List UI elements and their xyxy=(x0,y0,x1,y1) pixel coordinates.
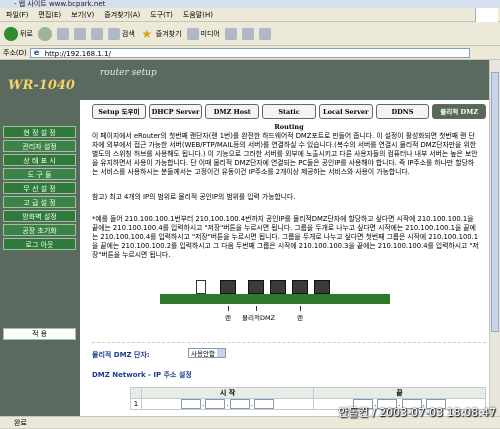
star-icon: ★ xyxy=(141,26,153,41)
stop-icon[interactable] xyxy=(56,27,69,40)
tab-local-server[interactable]: Local Server xyxy=(318,104,373,119)
row-index: 1 xyxy=(130,398,142,410)
vertical-scrollbar[interactable] xyxy=(489,60,500,416)
note-paragraph: 참고) 최고 4개의 IP의 범위로 물리적 공인IP의 범위를 입력 가능합니… xyxy=(92,193,296,201)
address-label: 주소(D) xyxy=(3,48,27,57)
router-board xyxy=(160,294,390,304)
router-tagline: router setup xyxy=(100,68,157,78)
router-logo: WR-1040 xyxy=(0,60,80,100)
page-content: WR-1040 router setup 현 정 설 정 관리자 설정 상 태 … xyxy=(0,60,490,416)
start-ip-octet-2[interactable] xyxy=(205,399,226,409)
start-ip-octet-1[interactable] xyxy=(181,399,202,409)
menu-help[interactable]: 도움말(H) xyxy=(183,10,213,20)
port-diagram: 랜 물리적DMZ 랜 xyxy=(160,280,390,325)
window-title: - 웹 사이트 www.bcpark.net xyxy=(14,0,106,8)
sidebar-item-advanced[interactable]: 고 급 설 정 xyxy=(3,196,76,208)
dmz-label: 물리적DMZ xyxy=(242,314,276,322)
end-column-header: 끝 xyxy=(313,387,486,399)
menu-edit[interactable]: 편집(E) xyxy=(38,10,61,20)
row-index-header xyxy=(130,387,142,399)
tab-ddns[interactable]: DDNS xyxy=(375,104,430,119)
lan-port-1 xyxy=(270,280,286,294)
tab-dmz-host[interactable]: DMZ Host xyxy=(205,104,260,119)
media-label: 미디어 xyxy=(200,29,220,38)
back-label: 뒤로 xyxy=(20,29,33,38)
wan-label: 랜 xyxy=(225,314,231,322)
favorites-button[interactable]: ★ 즐겨찾기 xyxy=(140,26,182,41)
dmz-port-select[interactable]: 사용안함 xyxy=(188,348,226,358)
timestamp-watermark: 안돌컨 / 2003-07-03 18:08:47 xyxy=(338,406,496,419)
sidebar-item-logout[interactable]: 로그 아웃 xyxy=(3,238,76,250)
router-model: WR-1040 xyxy=(8,78,75,93)
back-button[interactable]: 뒤로 xyxy=(4,26,33,41)
windows-logo-icon xyxy=(475,8,498,22)
menu-bar: 파일(F) 편집(E) 보기(V) 즐겨찾기(A) 도구(T) 도움말(H) xyxy=(0,8,500,22)
description-paragraph: 이 페이지에서 eRouter의 첫번째 랜단자(랜 1번)를 완전한 하드웨어… xyxy=(92,132,478,176)
wan-port xyxy=(220,280,236,294)
power-port xyxy=(196,280,206,294)
address-bar: 주소(D) http://192.168.1.1/ xyxy=(0,46,500,60)
sidebar-item-factory-reset[interactable]: 공장 초기화 xyxy=(3,224,76,236)
search-button[interactable]: 검색 xyxy=(107,27,135,40)
wan-leader-line xyxy=(228,306,229,311)
window-titlebar: - 웹 사이트 www.bcpark.net xyxy=(0,0,500,8)
sidebar-item-wireless[interactable]: 무 선 설 정 xyxy=(3,182,76,194)
home-icon[interactable] xyxy=(90,27,103,40)
lan-leader-line xyxy=(300,306,301,311)
mail-icon[interactable] xyxy=(241,27,254,40)
back-arrow-icon xyxy=(4,26,18,41)
media-button[interactable]: 미디어 xyxy=(186,27,220,40)
lan-port-2 xyxy=(292,280,308,294)
menu-tools[interactable]: 도구(T) xyxy=(150,10,173,20)
tab-static-routing[interactable]: Static Routing xyxy=(262,104,316,131)
browser-toolbar: 뒤로 검색 ★ 즐겨찾기 미디어 xyxy=(0,22,500,46)
tab-physical-dmz[interactable]: 물리적 DMZ xyxy=(432,104,487,119)
menu-favorites[interactable]: 즐겨찾기(A) xyxy=(104,10,140,20)
apply-button[interactable]: 적 용 xyxy=(3,328,76,340)
sidebar-item-admin-settings[interactable]: 관리자 설정 xyxy=(3,140,76,152)
start-ip-cell: ... xyxy=(141,398,314,410)
dmz-network-heading: DMZ Network - IP 주소 설정 xyxy=(92,371,192,379)
tab-bar: Setup 도우미 DHCP Server DMZ Host Static Ro… xyxy=(92,104,487,131)
lan-label: 랜 xyxy=(297,314,303,322)
search-label: 검색 xyxy=(121,29,135,38)
dmz-port-label: 물리적 DMZ 단자: xyxy=(92,351,150,359)
dmz-leader-line xyxy=(256,306,257,311)
history-icon[interactable] xyxy=(224,27,237,40)
print-icon[interactable] xyxy=(258,27,271,40)
lan-port-3 xyxy=(314,280,330,294)
sidebar-item-status[interactable]: 상 태 표 시 xyxy=(3,154,76,166)
forward-button[interactable] xyxy=(37,26,52,41)
example-paragraph: *예를 들어 210.100.100.1번부터 210.100.100.4번까지… xyxy=(92,215,479,259)
address-input[interactable]: http://192.168.1.1/ xyxy=(29,47,470,58)
sidebar-item-firewall[interactable]: 방화벽 설정 xyxy=(3,210,76,222)
menu-file[interactable]: 파일(F) xyxy=(6,10,28,20)
dmz-port xyxy=(248,280,264,294)
refresh-icon[interactable] xyxy=(73,27,86,40)
tab-dhcp-server[interactable]: DHCP Server xyxy=(148,104,203,119)
sidebar-item-current-settings[interactable]: 현 정 설 정 xyxy=(3,126,76,138)
sidebar-item-tools[interactable]: 도 구 들 xyxy=(3,168,76,180)
table-header-row: 시 작 끝 xyxy=(130,387,486,399)
tab-setup-wizard[interactable]: Setup 도우미 xyxy=(92,104,146,119)
start-column-header: 시 작 xyxy=(141,387,314,399)
section-divider xyxy=(92,342,486,343)
start-ip-octet-3[interactable] xyxy=(229,399,250,409)
router-header: router setup xyxy=(80,60,490,100)
status-text: 완료 xyxy=(14,419,27,427)
scrollbar-thumb[interactable] xyxy=(491,72,499,332)
favorites-label: 즐겨찾기 xyxy=(155,29,182,38)
sidebar-menu: 현 정 설 정 관리자 설정 상 태 표 시 도 구 들 무 선 설 정 고 급… xyxy=(3,126,76,252)
media-icon xyxy=(186,27,199,40)
menu-view[interactable]: 보기(V) xyxy=(71,10,94,20)
start-ip-octet-4[interactable] xyxy=(253,399,274,409)
search-icon xyxy=(107,27,120,40)
